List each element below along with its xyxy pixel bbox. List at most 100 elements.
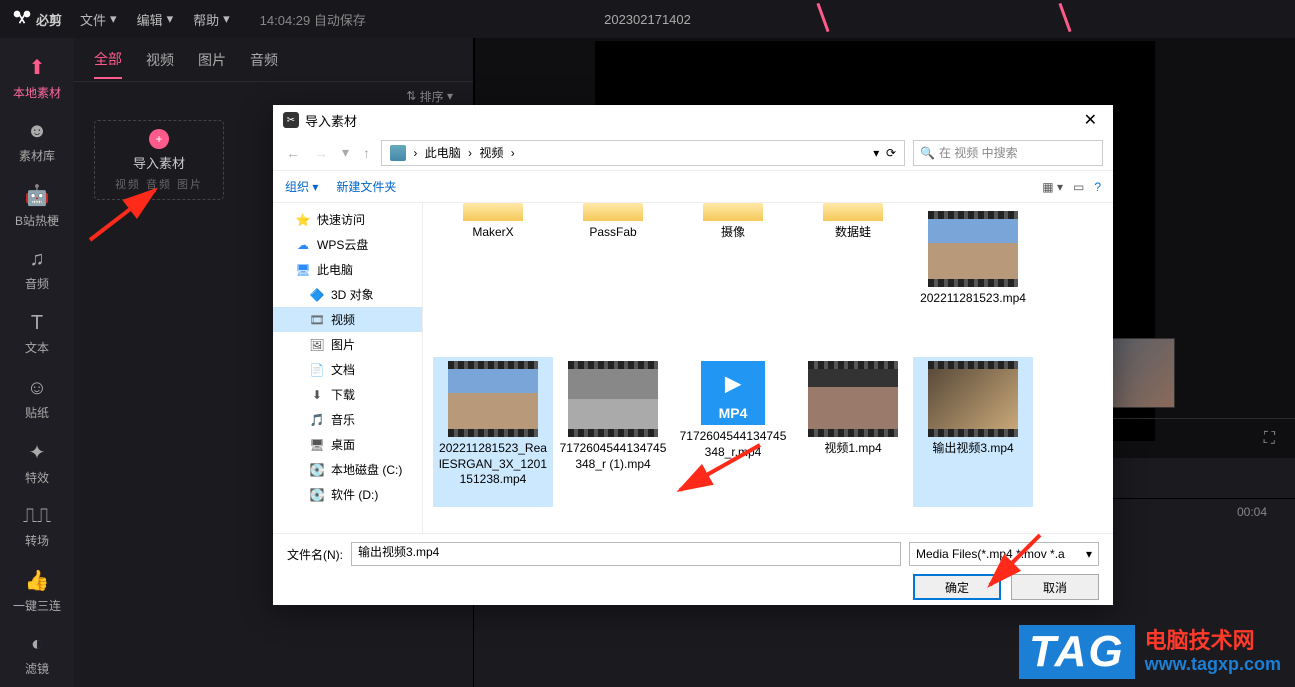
filter-icon: ◐ (31, 633, 43, 656)
sidebar-item-transition[interactable]: ⎍⎍ 转场 (0, 495, 74, 559)
sidebar-item-effects[interactable]: ✦ 特效 (0, 431, 74, 495)
autosave-status: 14:04:29 自动保存 (260, 10, 366, 29)
menu-file[interactable]: 文件▾ (80, 10, 117, 29)
video-folder-icon (390, 145, 406, 161)
file-item[interactable]: MP47172604544134745348_r.mp4 (673, 357, 793, 507)
filename-label: 文件名(N): (287, 546, 343, 563)
folder-item[interactable]: 数据蛙 (793, 207, 913, 267)
crop-icon[interactable]: ⛶ (1264, 430, 1275, 448)
file-item[interactable]: 视频1.mp4 (793, 357, 913, 507)
tree-item[interactable]: 🎵 音乐 (273, 407, 422, 432)
preview-pane-button[interactable]: ▭ (1073, 180, 1084, 194)
video-thumb (568, 361, 658, 437)
menu-edit[interactable]: 编辑▾ (137, 10, 174, 29)
tree-label: 3D 对象 (331, 286, 374, 303)
nav-back-button[interactable]: ← (283, 145, 303, 161)
folder-item[interactable]: 摄像 (673, 207, 793, 267)
tree-item[interactable]: 🎞 视频 (273, 307, 422, 332)
app-name: 必剪 (36, 10, 62, 29)
file-name: 202211281523_RealESRGAN_3X_1201151238.mp… (438, 441, 548, 488)
nav-up-button[interactable]: ↑ (360, 145, 373, 161)
refresh-icon[interactable]: ⟳ (886, 146, 896, 160)
file-item[interactable]: 202211281523.mp4 (913, 207, 1033, 357)
new-folder-button[interactable]: 新建文件夹 (336, 178, 396, 195)
dialog-close-button[interactable]: ✕ (1078, 110, 1103, 130)
folder-icon (823, 203, 883, 221)
path-bar[interactable]: › 此电脑 › 视频 › ▾ ⟳ (381, 140, 905, 166)
filetype-select[interactable]: Media Files(*.mp4 *.mov *.a▾ (909, 542, 1099, 566)
sidebar-item-local-media[interactable]: ⬆ 本地素材 (0, 46, 74, 110)
folder-name: MakerX (472, 225, 513, 241)
tree-label: WPS云盘 (317, 236, 368, 253)
scissors-icon (12, 9, 32, 29)
tree-label: 下载 (331, 386, 355, 403)
dialog-nav-bar: ← → ▾ ↑ › 此电脑 › 视频 › ▾ ⟳ 🔍 在 视频 中搜索 (273, 135, 1113, 171)
sidebar-item-filter[interactable]: ◐ 滤镜 (0, 623, 74, 687)
folder-item[interactable]: MakerX (433, 207, 553, 267)
file-item[interactable]: 202211281523_RealESRGAN_3X_1201151238.mp… (433, 357, 553, 507)
tab-audio[interactable]: 音频 (250, 50, 278, 70)
folder-item[interactable]: PassFab (553, 207, 673, 267)
tree-item[interactable]: 💽软件 (D:) (273, 482, 422, 507)
mp4-icon: MP4 (701, 361, 765, 425)
view-options-button[interactable]: ▦ ▾ (1042, 180, 1063, 194)
cancel-button[interactable]: 取消 (1011, 574, 1099, 600)
tree-item[interactable]: ⬇下载 (273, 382, 422, 407)
sidebar-item-text[interactable]: T 文本 (0, 302, 74, 366)
tree-item[interactable]: 📄文档 (273, 357, 422, 382)
tree-item[interactable]: 💽本地磁盘 (C:) (273, 457, 422, 482)
import-media-button[interactable]: + 导入素材 视频 音频 图片 (94, 120, 224, 200)
sparkle-icon: ✦ (29, 440, 46, 465)
search-icon: 🔍 (920, 146, 935, 160)
tree-item[interactable]: 🔷3D 对象 (273, 282, 422, 307)
robot-icon: 🤖 (25, 183, 50, 208)
file-item[interactable]: 7172604544134745348_r (1).mp4 (553, 357, 673, 507)
sidebar-item-library[interactable]: ☻ 素材库 (0, 110, 74, 174)
dialog-body: ⭐快速访问☁WPS云盘🖥此电脑🔷3D 对象🎞视频🖼图片📄文档⬇下载🎵音乐🖥桌面💽… (273, 203, 1113, 533)
folder-icon (463, 203, 523, 221)
tab-all[interactable]: 全部 (94, 49, 122, 79)
folder-name: 数据蛙 (835, 225, 871, 241)
video-thumb (808, 361, 898, 437)
nav-recent-button[interactable]: ▾ (339, 144, 352, 161)
sidebar-item-tripleclick[interactable]: 👍 一键三连 (0, 559, 74, 623)
dialog-tree: ⭐快速访问☁WPS云盘🖥此电脑🔷3D 对象🎞视频🖼图片📄文档⬇下载🎵音乐🖥桌面💽… (273, 203, 423, 533)
tree-label: 此电脑 (317, 261, 353, 278)
tree-item[interactable]: 🖥桌面 (273, 432, 422, 457)
sidebar-item-audio[interactable]: ♫ 音频 (0, 238, 74, 302)
menu-help[interactable]: 帮助▾ (193, 10, 230, 29)
tree-icon: ⭐ (295, 212, 311, 228)
dialog-titlebar: ✂ 导入素材 ✕ (273, 105, 1113, 135)
upload-icon: ⬆ (29, 55, 46, 80)
tree-item[interactable]: 🖥此电脑 (273, 257, 422, 282)
tab-image[interactable]: 图片 (198, 50, 226, 70)
tree-label: 音乐 (331, 411, 355, 428)
face-icon: ☻ (26, 120, 47, 143)
watermark-line1: 电脑技术网 (1145, 628, 1281, 654)
watermark-tag: TAG (1019, 625, 1135, 679)
sidebar-item-sticker[interactable]: ☺ 贴纸 (0, 366, 74, 430)
tree-item[interactable]: ☁WPS云盘 (273, 232, 422, 257)
help-button[interactable]: ? (1094, 180, 1101, 194)
thumb-icon: 👍 (25, 568, 50, 593)
tree-item[interactable]: ⭐快速访问 (273, 207, 422, 232)
tree-label: 文档 (331, 361, 355, 378)
filename-input[interactable]: 输出视频3.mp4 (351, 542, 901, 566)
dialog-search-input[interactable]: 🔍 在 视频 中搜索 (913, 140, 1103, 166)
tree-label: 视频 (331, 311, 355, 328)
nav-forward-button[interactable]: → (311, 145, 331, 161)
panel-tabs: 全部 视频 图片 音频 (74, 38, 473, 82)
tree-label: 软件 (D:) (331, 486, 378, 503)
file-open-dialog: ✂ 导入素材 ✕ ← → ▾ ↑ › 此电脑 › 视频 › ▾ ⟳ 🔍 在 视频… (273, 105, 1113, 605)
folder-name: 摄像 (721, 225, 745, 241)
organize-button[interactable]: 组织 ▾ (285, 178, 318, 195)
tab-video[interactable]: 视频 (146, 50, 174, 70)
ok-button[interactable]: 确定 (913, 574, 1001, 600)
sticker-icon: ☺ (27, 377, 47, 400)
tree-icon: 🎵 (309, 412, 325, 428)
tree-icon: 🎞 (309, 312, 325, 328)
tree-item[interactable]: 🖼图片 (273, 332, 422, 357)
file-item[interactable]: 输出视频3.mp4 (913, 357, 1033, 507)
sidebar-item-hotmeme[interactable]: 🤖 B站热梗 (0, 174, 74, 238)
app-logo: 必剪 (12, 9, 62, 29)
